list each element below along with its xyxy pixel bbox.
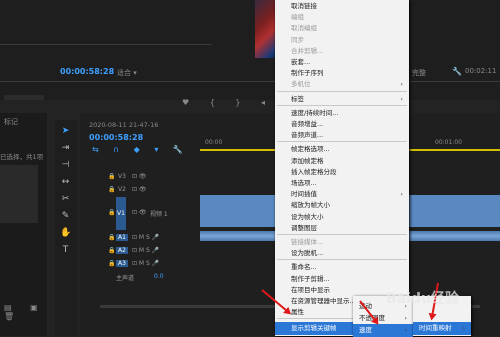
selection-info: 已选择，共1项 [0,153,44,161]
quality-label: 完整 [412,69,426,77]
menu-item-label: 多机位 [291,80,311,89]
chevron-right-icon: › [462,324,465,332]
clip-context-menu: 取消链接 编组 取消编组 同步 合并剪辑... 嵌套... 制作子序列 多机位 › 标签 › 速度/持… [275,0,409,336]
chevron-right-icon: › [400,94,403,103]
menu-separator [277,259,407,261]
timeline-toolbar[interactable]: ⇆ ∩ ◆ ▾ 🔧 [92,145,189,154]
menu-separator [277,90,407,92]
menu-item-label: 属性 [291,308,304,317]
submenu-item-label: 速度 [359,326,372,334]
context-menu-item[interactable]: 多机位 › [275,78,409,91]
submenu-item[interactable]: 速度 › [353,324,413,337]
menu-item-label: 调整图层 [291,223,317,232]
quality-dropdown[interactable]: 完整 [412,68,426,78]
menu-item-label: 显示剪辑关键帧 [291,324,337,332]
panel-tab[interactable]: 标记 [4,117,18,127]
watermark: Baidu经验 [386,291,459,307]
context-menu-item[interactable]: 调整图层 [275,222,409,235]
track-v3: 🔒 V3 ⊡ 👁 [108,173,147,180]
menu-separator [277,141,407,143]
track-v1: 🔒 V1 ⊡ 👁 视频 1 [80,197,200,230]
ripple-edit-icon[interactable]: ⊣ [60,160,71,171]
source-monitor-panel [0,0,212,100]
track-a1: 🔒 A1 ⊡ M S 🎤 [108,234,160,241]
tools-panel: ➤ ⇥ ⊣ ↔ ✂ ✎ ✋ T [55,120,77,336]
context-menu-item[interactable]: 音频声道... [275,129,409,142]
master-track: 主声道 0.0 [116,273,164,282]
thumbnail [0,165,38,223]
pen-icon[interactable]: ✎ [60,211,71,222]
submenu-item-label: 时间重映射 [419,324,452,332]
scrollbar[interactable] [4,95,44,100]
selection-tool-icon[interactable]: ➤ [60,126,71,137]
project-panel: 标记 已选择，共1项 ▤ ▣ 🗑 [0,113,47,336]
menu-separator [277,104,407,106]
rate-stretch-icon[interactable]: ↔ [60,177,71,188]
context-menu-item[interactable]: 标签 › [275,93,409,106]
text-tool-icon[interactable]: T [60,245,71,256]
hand-icon[interactable]: ✋ [60,228,71,239]
menu-item-label: 音频声道... [291,131,324,140]
submenu-item-time-remap[interactable]: 时间重映射 › [413,322,471,335]
menu-item-label: 设为脱机... [291,249,324,258]
track-a3: 🔒 A3 ⊡ M S 🎤 [108,260,160,267]
divider [0,44,212,45]
chevron-right-icon: › [400,80,403,89]
timecode-text: 00:00:58:28 [60,67,115,76]
ruler-end: 00:01:00 [435,139,462,146]
wrench-icon[interactable]: 🔧 [452,67,462,76]
chevron-right-icon: › [404,326,407,334]
track-v2: 🔒 V2 ⊡ 👁 [108,186,147,193]
track-a2: 🔒 A2 ⊡ M S 🎤 [108,247,160,254]
menu-item-label: 标签 [291,94,304,103]
track-select-icon[interactable]: ⇥ [60,143,71,154]
context-menu-item[interactable]: 设为脱机... [275,247,409,260]
source-timecode: 00:00:58:28 [60,67,114,76]
program-timecode: 00:02:11 [465,67,497,75]
fit-dropdown[interactable]: 适合 ▾ [117,68,137,78]
menu-separator [277,234,407,235]
timeline-timecode[interactable]: 00:00:58:28 [89,133,143,142]
fit-label: 适合 [117,69,131,77]
divider [0,81,500,82]
sequence-tab[interactable]: 2020-08-11 21-47-16 [89,121,158,129]
ruler-start: 00:00 [205,139,223,146]
panel-buttons[interactable]: ▤ ▣ 🗑 [4,303,47,321]
razor-icon[interactable]: ✂ [60,194,71,205]
